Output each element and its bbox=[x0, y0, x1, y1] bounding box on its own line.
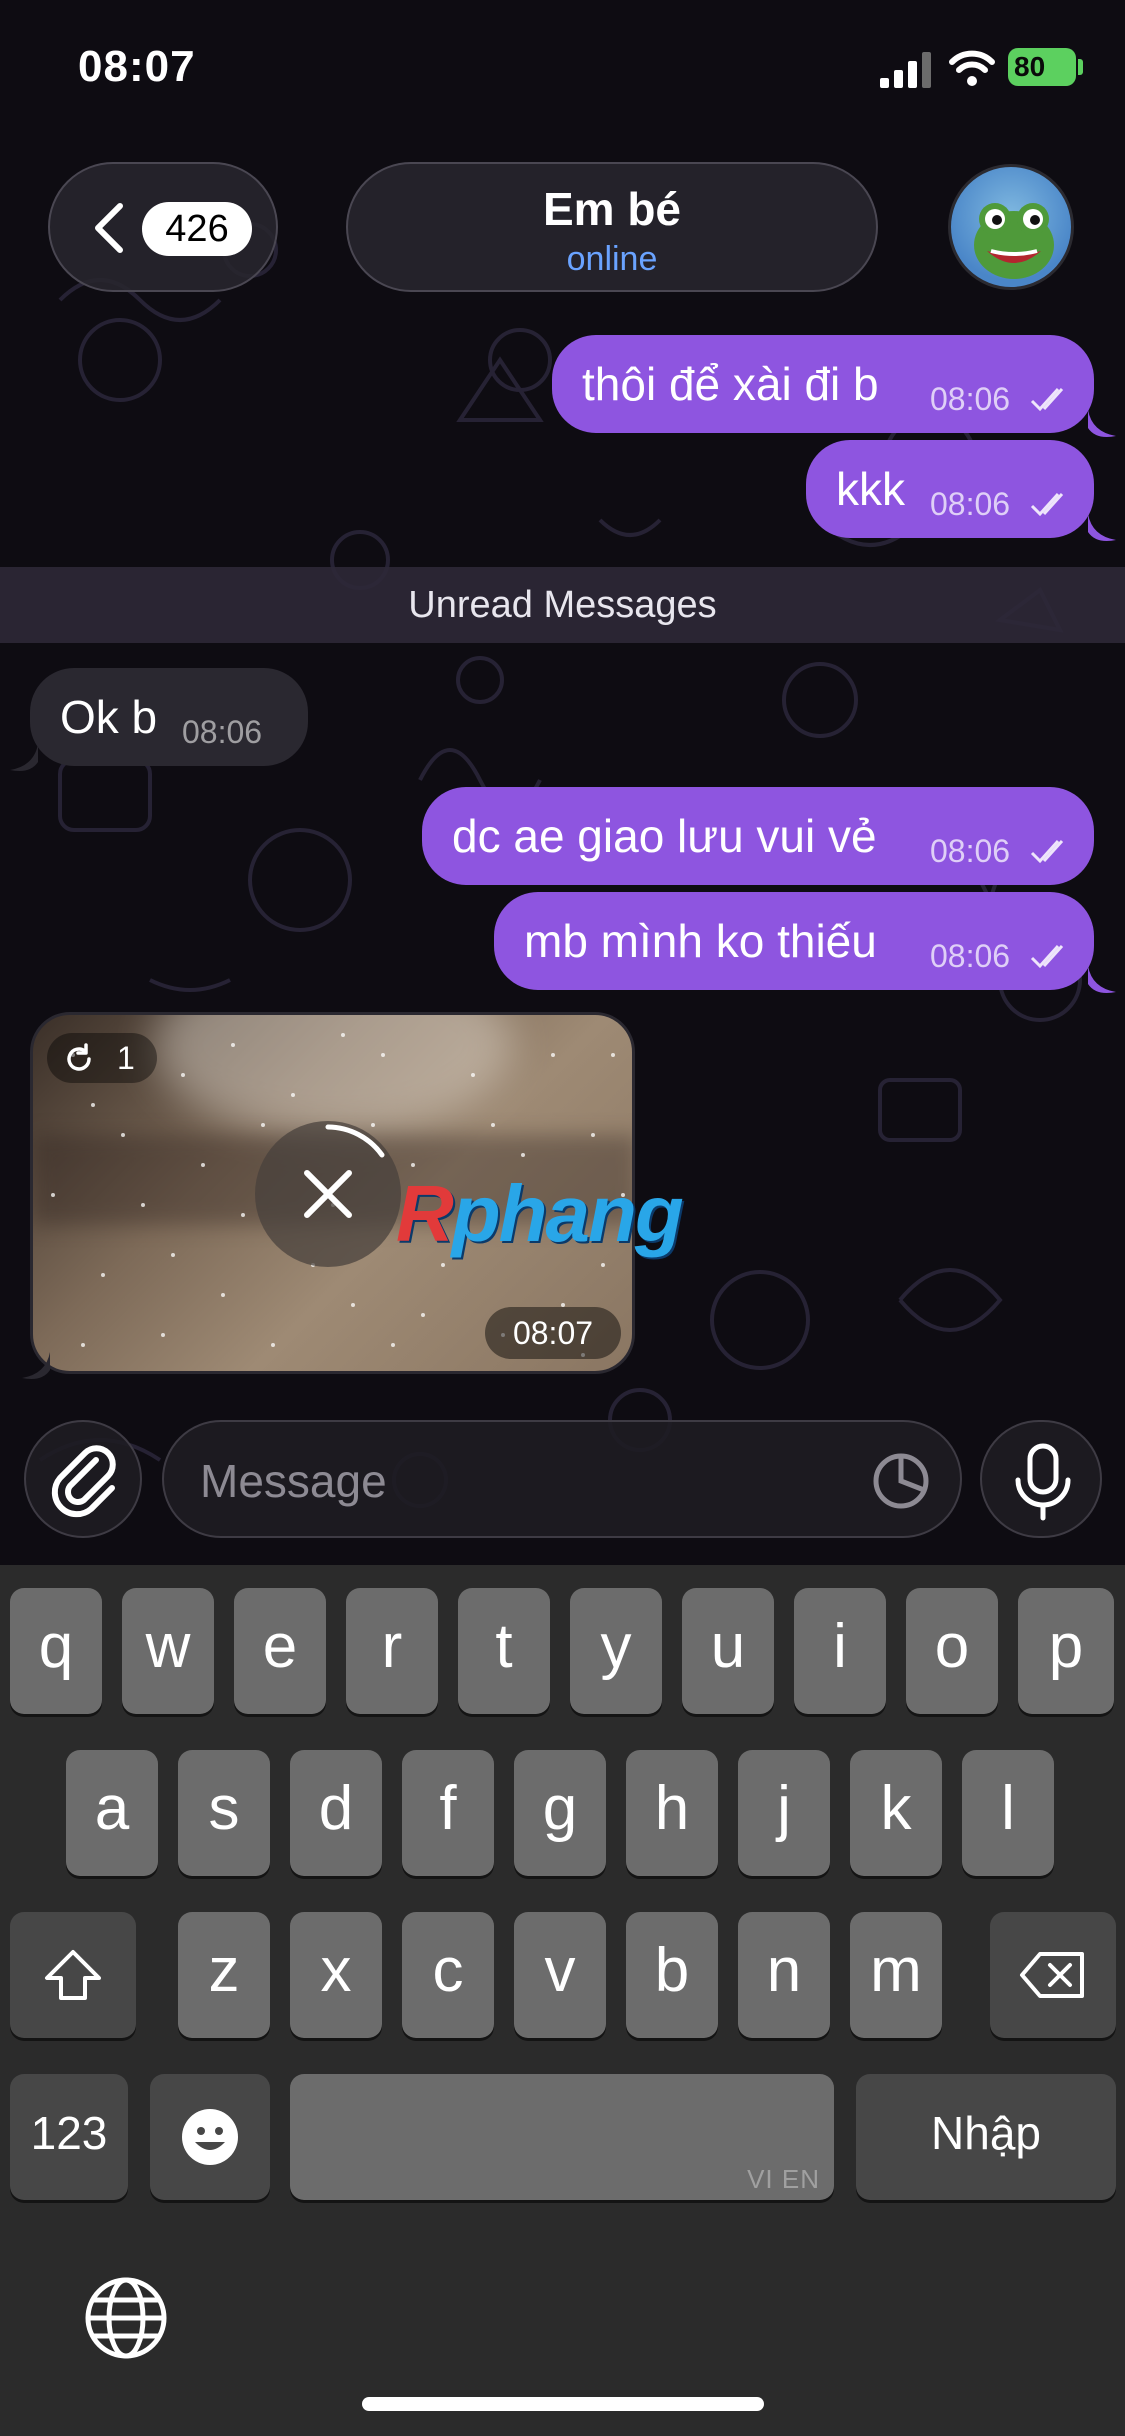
key-y[interactable]: y bbox=[570, 1588, 662, 1714]
key-k[interactable]: k bbox=[850, 1750, 942, 1876]
chat-name: Em bé bbox=[542, 183, 682, 235]
chat-status: online bbox=[566, 240, 658, 278]
media-time: 08:07 bbox=[485, 1307, 621, 1359]
status-time: 08:07 bbox=[78, 42, 196, 91]
key-s[interactable]: s bbox=[178, 1750, 270, 1876]
bubble-tail bbox=[10, 744, 38, 771]
message-text: mb mình ko thiếu bbox=[524, 915, 877, 967]
key-p[interactable]: p bbox=[1018, 1588, 1114, 1714]
key-w[interactable]: w bbox=[122, 1588, 214, 1714]
unread-messages-divider: Unread Messages bbox=[0, 567, 1125, 643]
space-language-label: VI EN bbox=[747, 2164, 820, 2194]
key-n[interactable]: n bbox=[738, 1912, 830, 2038]
shift-key[interactable] bbox=[10, 1912, 136, 2038]
message-time: 08:06 bbox=[930, 938, 1011, 974]
message-bubble-outgoing[interactable]: dc ae giao lưu vui vẻ 08:06 bbox=[422, 787, 1094, 885]
read-checkmarks-icon bbox=[1030, 944, 1064, 969]
key-v[interactable]: v bbox=[514, 1912, 606, 2038]
wifi-icon bbox=[949, 50, 995, 86]
key-z[interactable]: z bbox=[178, 1912, 270, 2038]
message-text: Ok b bbox=[60, 691, 158, 743]
microphone-button[interactable] bbox=[980, 1420, 1102, 1538]
message-input-field[interactable] bbox=[162, 1420, 962, 1538]
delete-key[interactable] bbox=[990, 1912, 1116, 2038]
back-button[interactable]: 426 bbox=[48, 162, 278, 292]
numbers-key[interactable]: 123 bbox=[10, 2074, 128, 2200]
shift-icon bbox=[45, 1950, 101, 2000]
space-key[interactable]: VI EN bbox=[290, 2074, 834, 2200]
paperclip-icon bbox=[51, 1445, 116, 1518]
close-icon bbox=[304, 1124, 385, 1218]
chat-title[interactable]: Em bé online bbox=[346, 162, 878, 292]
home-indicator[interactable] bbox=[362, 2397, 764, 2411]
message-text: thôi để xài đi b bbox=[582, 358, 879, 410]
bubble-tail bbox=[1088, 514, 1116, 541]
bubble-tail bbox=[1088, 410, 1116, 437]
chevron-left-icon bbox=[95, 203, 123, 253]
read-checkmarks-icon bbox=[1030, 839, 1064, 864]
globe-icon[interactable] bbox=[84, 2276, 168, 2360]
key-j[interactable]: j bbox=[738, 1750, 830, 1876]
key-q[interactable]: q bbox=[10, 1588, 102, 1714]
watermark-r: R bbox=[396, 1169, 454, 1258]
key-f[interactable]: f bbox=[402, 1750, 494, 1876]
attach-button[interactable] bbox=[24, 1420, 142, 1538]
emoji-key[interactable] bbox=[150, 2074, 270, 2200]
key-m[interactable]: m bbox=[850, 1912, 942, 2038]
message-bubble-outgoing[interactable]: kkk 08:06 bbox=[806, 440, 1094, 538]
key-l[interactable]: l bbox=[962, 1750, 1054, 1876]
unread-count-badge: 426 bbox=[142, 202, 252, 256]
key-x[interactable]: x bbox=[290, 1912, 382, 2038]
message-text: dc ae giao lưu vui vẻ bbox=[452, 810, 877, 862]
key-d[interactable]: d bbox=[290, 1750, 382, 1876]
cellular-signal-icon bbox=[880, 52, 931, 88]
key-c[interactable]: c bbox=[402, 1912, 494, 2038]
backspace-icon bbox=[1020, 1952, 1084, 1998]
key-o[interactable]: o bbox=[906, 1588, 998, 1714]
key-a[interactable]: a bbox=[66, 1750, 158, 1876]
key-r[interactable]: r bbox=[346, 1588, 438, 1714]
message-text: kkk bbox=[836, 463, 905, 515]
avatar[interactable] bbox=[948, 164, 1074, 290]
message-bubble-outgoing[interactable]: thôi để xài đi b 08:06 bbox=[552, 335, 1094, 433]
battery-indicator: 80 bbox=[1008, 48, 1076, 86]
message-bubble-outgoing[interactable]: mb mình ko thiếu 08:06 bbox=[494, 892, 1094, 990]
return-key[interactable]: Nhập bbox=[856, 2074, 1116, 2200]
watermark-logo: Rphang bbox=[396, 1168, 684, 1260]
key-i[interactable]: i bbox=[794, 1588, 886, 1714]
message-bubble-incoming[interactable]: Ok b 08:06 bbox=[30, 668, 308, 766]
cancel-download-button[interactable] bbox=[255, 1121, 401, 1267]
view-once-badge: 1 bbox=[47, 1033, 157, 1083]
view-count: 1 bbox=[117, 1040, 135, 1076]
message-time: 08:06 bbox=[930, 833, 1011, 869]
read-checkmarks-icon bbox=[1030, 387, 1064, 412]
bubble-tail bbox=[1088, 966, 1116, 993]
key-t[interactable]: t bbox=[458, 1588, 550, 1714]
message-time: 08:06 bbox=[930, 486, 1011, 522]
emoji-icon bbox=[182, 2109, 238, 2165]
read-checkmarks-icon bbox=[1030, 492, 1064, 517]
key-b[interactable]: b bbox=[626, 1912, 718, 2038]
key-u[interactable]: u bbox=[682, 1588, 774, 1714]
microphone-icon bbox=[1015, 1443, 1071, 1521]
sticker-icon[interactable] bbox=[870, 1450, 932, 1512]
refresh-icon bbox=[67, 1043, 91, 1071]
message-time: 08:06 bbox=[930, 381, 1011, 417]
frog-avatar-icon bbox=[974, 203, 1054, 279]
key-e[interactable]: e bbox=[234, 1588, 326, 1714]
battery-level: 80 bbox=[1014, 51, 1046, 82]
bubble-tail bbox=[22, 1352, 50, 1379]
watermark-rest: phang bbox=[451, 1169, 684, 1258]
key-h[interactable]: h bbox=[626, 1750, 718, 1876]
message-input[interactable] bbox=[198, 1448, 842, 1514]
key-g[interactable]: g bbox=[514, 1750, 606, 1876]
message-time: 08:06 bbox=[182, 714, 263, 750]
battery-nub bbox=[1078, 59, 1083, 75]
status-bar: 08:07 80 bbox=[0, 0, 1125, 130]
